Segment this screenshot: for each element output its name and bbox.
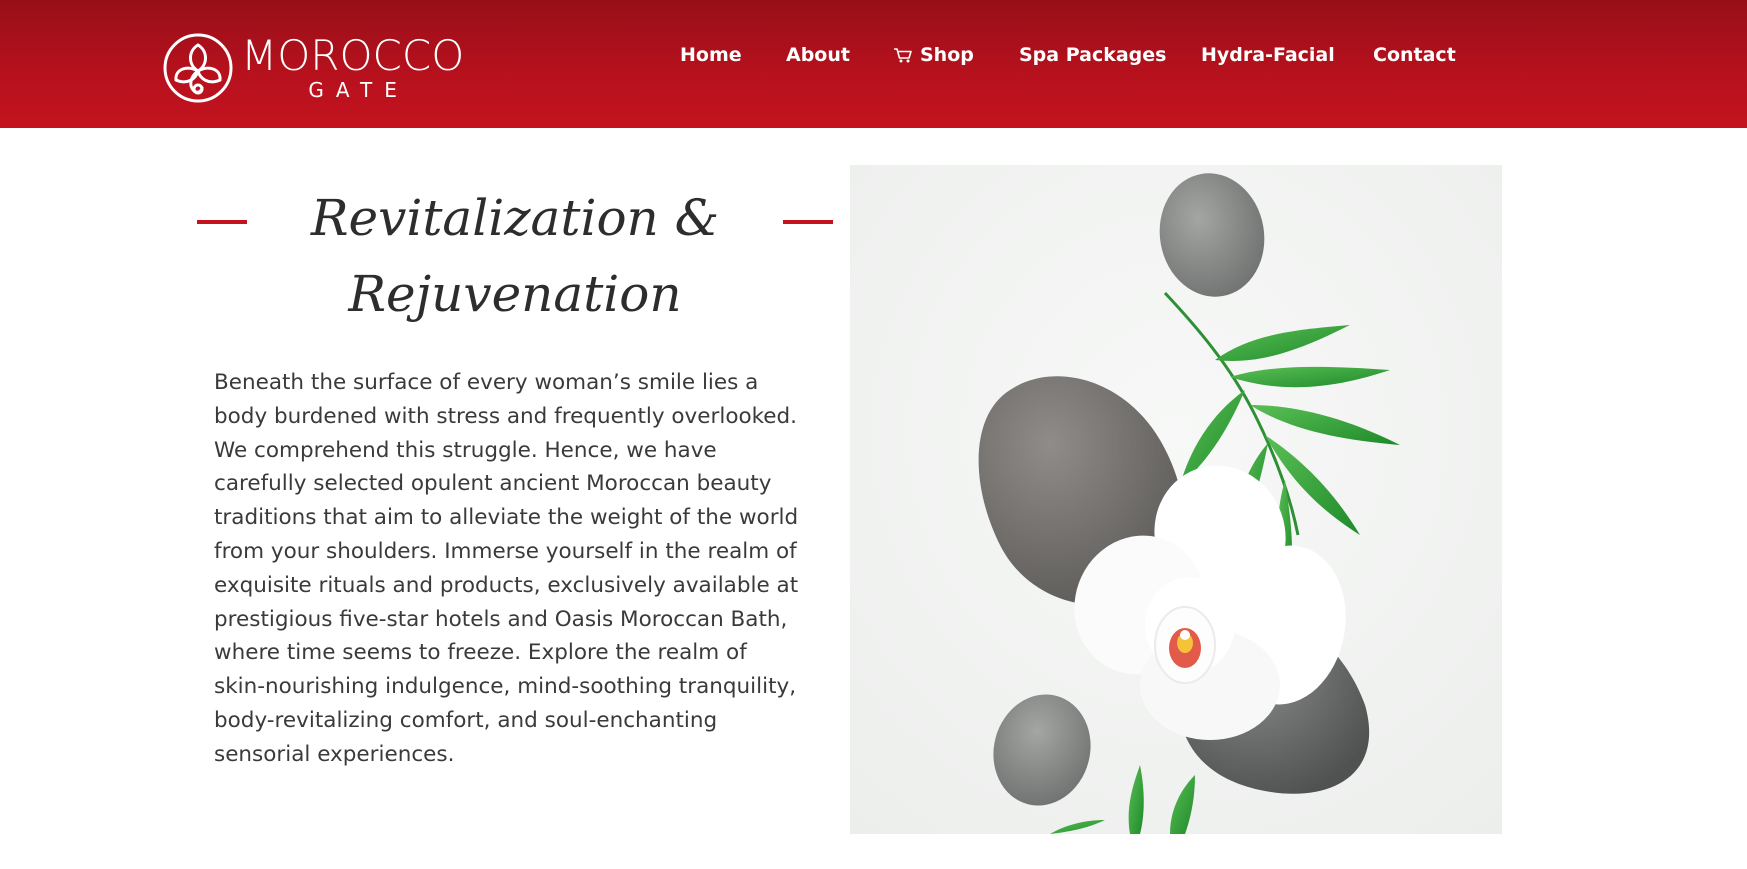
title-line-2: Rejuvenation <box>348 265 682 323</box>
nav-shop-label: Shop <box>920 44 974 66</box>
lotus-logo-icon <box>163 33 233 103</box>
title-right-divider <box>783 220 833 224</box>
cart-icon <box>894 48 912 63</box>
title-left-divider <box>197 220 247 224</box>
brand-name: MOROCCO <box>241 31 465 80</box>
spa-stones-orchid-image <box>850 165 1502 834</box>
spa-illustration <box>850 165 1502 834</box>
nav-about[interactable]: About <box>786 44 850 66</box>
site-header: MOROCCO GATE Home About Shop Spa Package… <box>0 0 1747 128</box>
nav-hydra-facial[interactable]: Hydra-Facial <box>1201 44 1335 66</box>
nav-spa-packages[interactable]: Spa Packages <box>1019 44 1166 66</box>
nav-contact[interactable]: Contact <box>1373 44 1456 66</box>
brand-subtitle: GATE <box>308 78 409 102</box>
title-line-1: Revitalization & <box>310 189 720 247</box>
section-title: Revitalization & Rejuvenation <box>257 180 773 332</box>
section-body-text: Beneath the surface of every woman’s smi… <box>214 370 799 767</box>
brand-logo[interactable]: MOROCCO GATE <box>161 31 464 105</box>
section-title-block: Revitalization & Rejuvenation <box>197 180 833 330</box>
nav-home[interactable]: Home <box>680 44 742 66</box>
nav-shop[interactable]: Shop <box>893 44 974 66</box>
